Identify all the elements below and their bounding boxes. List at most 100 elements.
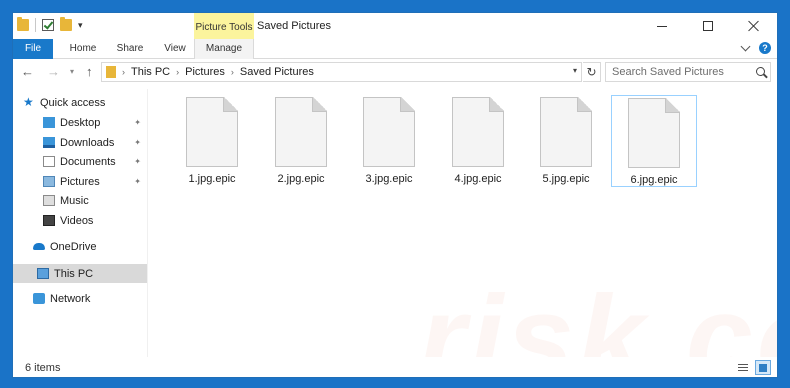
help-icon[interactable]: ?	[759, 42, 771, 54]
address-bar[interactable]: › This PC › Pictures › Saved Pictures ▾	[101, 62, 582, 82]
file-name: 6.jpg.epic	[630, 174, 678, 186]
onedrive-cloud-icon	[33, 243, 45, 250]
nav-item-network[interactable]: Network	[13, 289, 147, 308]
file-item[interactable]: 4.jpg.epic	[435, 95, 521, 187]
videos-icon	[43, 215, 55, 226]
close-icon	[748, 20, 760, 32]
nav-item-label: Videos	[60, 214, 94, 227]
nav-item-label: Network	[50, 292, 91, 305]
forward-arrow-icon[interactable]: →	[47, 64, 60, 79]
back-arrow-icon[interactable]: ←	[21, 64, 34, 79]
maximize-icon	[703, 21, 713, 31]
file-list-area[interactable]: risk.com 1.jpg.epic 2.jpg.epic 3.jpg.epi…	[149, 89, 777, 377]
nav-item-desktop[interactable]: Desktop ✦	[13, 113, 147, 132]
generic-file-icon	[628, 98, 680, 168]
view-switcher	[735, 360, 771, 375]
status-bar: 6 items	[13, 357, 777, 377]
picture-tools-context-label: Picture Tools	[194, 13, 254, 39]
recent-locations-chevron-icon[interactable]: ▾	[70, 67, 74, 76]
downloads-icon	[43, 137, 55, 148]
documents-icon	[43, 156, 55, 167]
nav-item-label: OneDrive	[50, 240, 97, 253]
quick-access-toolbar: ▾	[17, 17, 83, 32]
title-bar: ▾ Picture Tools Saved Pictures	[13, 13, 777, 39]
location-folder-icon	[106, 66, 116, 78]
tab-home[interactable]: Home	[63, 39, 103, 59]
tab-view[interactable]: View	[155, 39, 195, 59]
address-history-chevron-icon[interactable]: ▾	[573, 66, 577, 75]
window-title: Saved Pictures	[257, 20, 331, 32]
generic-file-icon	[363, 97, 415, 167]
close-button[interactable]	[731, 13, 777, 39]
search-icon[interactable]	[756, 67, 765, 76]
nav-item-label: Downloads	[60, 136, 115, 149]
generic-file-icon	[186, 97, 238, 167]
refresh-button[interactable]: ↻	[583, 62, 601, 82]
ribbon-right-controls: ?	[740, 41, 771, 54]
breadcrumb-this-pc[interactable]: This PC	[131, 66, 170, 78]
pin-icon[interactable]: ✦	[134, 177, 141, 186]
address-row: ← → ▾ ↑ › This PC › Pictures › Saved Pic…	[13, 60, 777, 84]
breadcrumb-separator-icon[interactable]: ›	[176, 67, 179, 77]
pin-icon[interactable]: ✦	[134, 157, 141, 166]
nav-item-videos[interactable]: Videos	[13, 211, 147, 230]
breadcrumb-pictures[interactable]: Pictures	[185, 66, 225, 78]
pictures-icon	[43, 176, 55, 187]
nav-quick-access[interactable]: ★ Quick access	[13, 93, 147, 112]
file-explorer-window: ▾ Picture Tools Saved Pictures File Home…	[12, 12, 778, 378]
navigation-pane: ★ Quick access Desktop ✦ Downloads ✦ Doc…	[13, 89, 147, 357]
nav-item-downloads[interactable]: Downloads ✦	[13, 133, 147, 152]
file-item[interactable]: 2.jpg.epic	[258, 95, 344, 187]
nav-item-this-pc[interactable]: This PC	[13, 264, 147, 283]
file-name: 2.jpg.epic	[277, 173, 325, 185]
file-name: 4.jpg.epic	[454, 173, 502, 185]
file-item[interactable]: 1.jpg.epic	[169, 95, 255, 187]
nav-item-pictures[interactable]: Pictures ✦	[13, 172, 147, 191]
properties-icon[interactable]	[42, 19, 54, 31]
large-icons-view-button[interactable]	[755, 360, 771, 375]
minimize-icon	[657, 25, 667, 27]
details-view-icon	[738, 364, 748, 372]
nav-item-label: This PC	[54, 267, 94, 280]
desktop-icon	[43, 117, 55, 128]
minimize-button[interactable]	[639, 13, 685, 39]
up-arrow-icon[interactable]: ↑	[86, 64, 93, 79]
breadcrumb-separator-icon[interactable]: ›	[231, 67, 234, 77]
expand-ribbon-chevron-icon[interactable]	[740, 41, 751, 52]
music-icon	[43, 195, 55, 206]
nav-item-label: Music	[60, 194, 89, 207]
nav-item-music[interactable]: Music	[13, 191, 147, 210]
search-box[interactable]	[605, 62, 771, 82]
generic-file-icon	[540, 97, 592, 167]
this-pc-icon	[37, 268, 49, 279]
file-item-selected[interactable]: 6.jpg.epic	[611, 95, 697, 187]
maximize-button[interactable]	[685, 13, 731, 39]
network-icon	[33, 293, 45, 304]
nav-item-label: Pictures	[60, 175, 100, 188]
breadcrumb-separator-icon[interactable]: ›	[122, 67, 125, 77]
generic-file-icon	[275, 97, 327, 167]
pin-icon[interactable]: ✦	[134, 118, 141, 127]
file-name: 1.jpg.epic	[188, 173, 236, 185]
nav-quick-access-label: Quick access	[40, 96, 106, 109]
customize-toolbar-chevron-icon[interactable]: ▾	[78, 20, 83, 31]
item-count: 6 items	[25, 362, 61, 374]
folder-icon	[17, 17, 29, 31]
new-folder-icon[interactable]	[60, 17, 72, 31]
breadcrumb-saved-pictures[interactable]: Saved Pictures	[240, 66, 314, 78]
file-item[interactable]: 3.jpg.epic	[346, 95, 432, 187]
details-view-button[interactable]	[735, 360, 751, 375]
file-name: 3.jpg.epic	[365, 173, 413, 185]
nav-item-documents[interactable]: Documents ✦	[13, 152, 147, 171]
tab-file[interactable]: File	[13, 39, 53, 59]
pane-divider[interactable]	[147, 89, 148, 357]
search-input[interactable]	[606, 63, 746, 81]
star-icon: ★	[23, 95, 34, 109]
tab-share[interactable]: Share	[110, 39, 150, 59]
toolbar-divider	[35, 18, 36, 32]
file-item[interactable]: 5.jpg.epic	[523, 95, 609, 187]
nav-item-onedrive[interactable]: OneDrive	[13, 237, 147, 256]
large-icons-view-icon	[759, 364, 767, 372]
tab-manage[interactable]: Manage	[194, 39, 254, 59]
pin-icon[interactable]: ✦	[134, 138, 141, 147]
